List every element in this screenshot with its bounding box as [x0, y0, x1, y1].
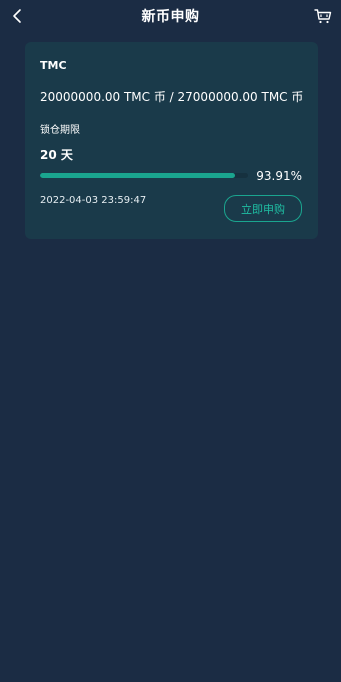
- page-title: 新币申购: [141, 9, 200, 25]
- progress-percent: 93.91%: [256, 169, 302, 183]
- cart-icon: [314, 9, 332, 24]
- progress-bar: [40, 173, 248, 178]
- lock-period-value: 20 天: [40, 148, 73, 162]
- top-bar: 新币申购: [0, 0, 341, 32]
- subscribed-amounts: 20000000.00 TMC 币 / 27000000.00 TMC 币: [40, 90, 304, 104]
- lock-period-label: 锁仓期限: [40, 125, 80, 136]
- subscription-card: TMC 20000000.00 TMC 币 / 27000000.00 TMC …: [25, 42, 318, 239]
- end-date: 2022-04-03 23:59:47: [40, 195, 147, 206]
- coin-name: TMC: [40, 59, 67, 72]
- cart-button[interactable]: [313, 6, 333, 26]
- subscribe-now-button[interactable]: 立即申购: [224, 195, 302, 222]
- progress-fill: [40, 173, 236, 178]
